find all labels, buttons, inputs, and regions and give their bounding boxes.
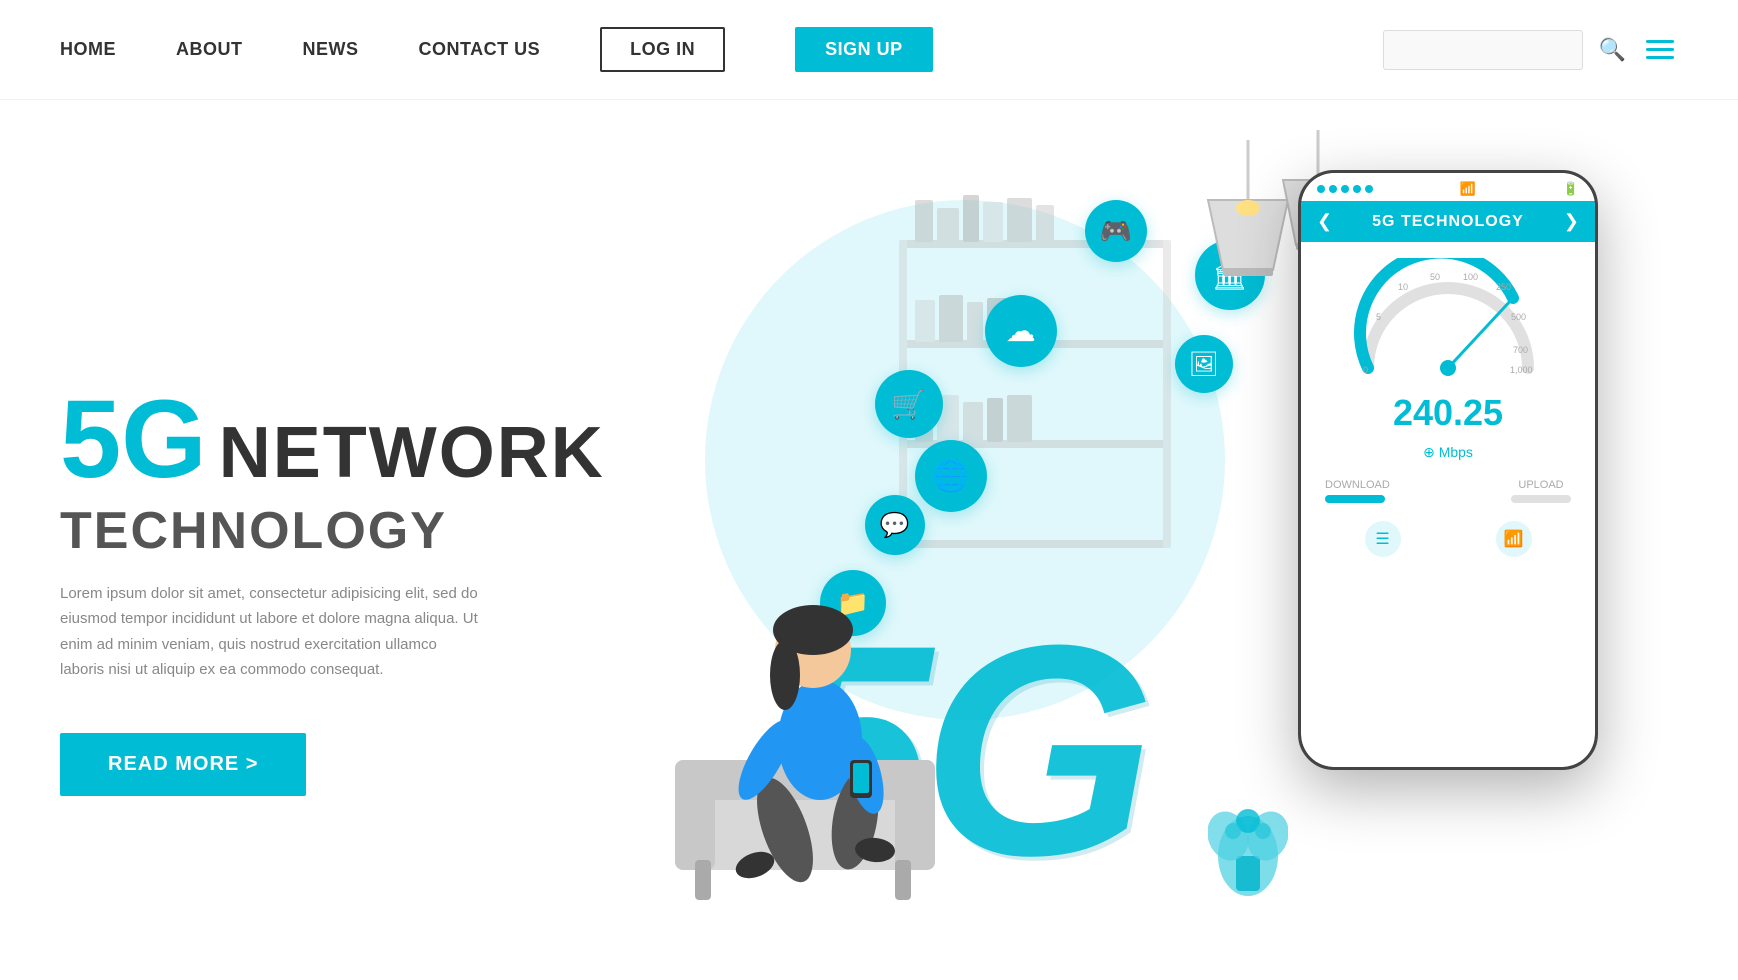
cloud-icon: ☁ bbox=[1006, 314, 1036, 349]
svg-text:0: 0 bbox=[1363, 365, 1368, 375]
list-icon: ☰ bbox=[1375, 529, 1389, 549]
search-icon: 🔍 bbox=[1599, 37, 1626, 62]
dot-3 bbox=[1341, 185, 1349, 193]
nav-links: HOME ABOUT NEWS CONTACT US LOG IN SIGN U… bbox=[60, 27, 1383, 72]
navbar: HOME ABOUT NEWS CONTACT US LOG IN SIGN U… bbox=[0, 0, 1738, 100]
signal-icon: 📶 bbox=[1504, 529, 1524, 549]
phone-icon-1: ☰ bbox=[1365, 521, 1401, 557]
nav-right: 🔍 bbox=[1383, 30, 1678, 70]
nav-contact[interactable]: CONTACT US bbox=[419, 39, 541, 60]
menu-button[interactable] bbox=[1642, 36, 1678, 63]
phone-title: 5G TECHNOLOGY bbox=[1372, 213, 1524, 231]
svg-text:10: 10 bbox=[1398, 282, 1408, 292]
dot-4 bbox=[1353, 185, 1361, 193]
phone-header: ❮ 5G TECHNOLOGY ❯ bbox=[1301, 201, 1595, 242]
title-row: 5G NETWORK bbox=[60, 385, 605, 495]
speed-unit: ⊕ Mbps bbox=[1423, 444, 1473, 461]
speed-value: 240.25 bbox=[1393, 392, 1503, 434]
hero-right: 5G bbox=[605, 140, 1678, 980]
globe-icon: 🌐 bbox=[932, 459, 969, 494]
bubble-game: 🎮 bbox=[1085, 200, 1147, 262]
phone-stats: DOWNLOAD UPLOAD bbox=[1317, 479, 1579, 503]
bubble-cloud: ☁ bbox=[985, 295, 1057, 367]
dot-2 bbox=[1329, 185, 1337, 193]
game-icon: 🎮 bbox=[1100, 216, 1132, 247]
battery-icon: 🔋 bbox=[1563, 181, 1579, 197]
dot-1 bbox=[1317, 185, 1325, 193]
download-bar bbox=[1325, 495, 1385, 503]
svg-text:500: 500 bbox=[1511, 312, 1526, 322]
dot-5 bbox=[1365, 185, 1373, 193]
search-input[interactable] bbox=[1383, 30, 1583, 70]
nav-news[interactable]: NEWS bbox=[303, 39, 359, 60]
hero-section: 5G NETWORK TECHNOLOGY Lorem ipsum dolor … bbox=[0, 100, 1738, 980]
bubble-cart: 🛒 bbox=[875, 370, 943, 438]
svg-text:250: 250 bbox=[1496, 282, 1511, 292]
hero-description: Lorem ipsum dolor sit amet, consectetur … bbox=[60, 581, 480, 683]
menu-bar-3 bbox=[1646, 56, 1674, 59]
hero-left: 5G NETWORK TECHNOLOGY Lorem ipsum dolor … bbox=[60, 325, 605, 796]
nav-home[interactable]: HOME bbox=[60, 39, 116, 60]
cart-icon: 🛒 bbox=[891, 388, 926, 421]
title-technology: TECHNOLOGY bbox=[60, 502, 447, 560]
upload-bar bbox=[1511, 495, 1571, 503]
search-icon-button[interactable]: 🔍 bbox=[1599, 37, 1626, 63]
svg-text:5: 5 bbox=[1376, 312, 1381, 322]
wifi-icon: 📶 bbox=[1460, 181, 1476, 197]
phone-back-arrow[interactable]: ❮ bbox=[1317, 211, 1332, 232]
phone-mockup: 📶 🔋 ❮ 5G TECHNOLOGY ❯ bbox=[1298, 170, 1598, 770]
bubble-globe: 🌐 bbox=[915, 440, 987, 512]
svg-text:50: 50 bbox=[1430, 272, 1440, 282]
login-button[interactable]: LOG IN bbox=[600, 27, 725, 72]
menu-bar-1 bbox=[1646, 40, 1674, 43]
phone-bottom-icons: ☰ 📶 bbox=[1317, 521, 1579, 557]
download-label: DOWNLOAD bbox=[1325, 479, 1390, 491]
title-5g: 5G bbox=[60, 385, 207, 495]
picture-icon: 🖼 bbox=[1188, 350, 1218, 379]
speed-unit-label: Mbps bbox=[1439, 444, 1473, 460]
svg-text:1,000: 1,000 bbox=[1510, 365, 1533, 375]
menu-bar-2 bbox=[1646, 48, 1674, 51]
speedometer: 0 5 10 50 100 250 500 700 1,000 bbox=[1348, 258, 1548, 378]
plant-decoration bbox=[1208, 776, 1288, 910]
title-network: NETWORK bbox=[219, 412, 605, 494]
bubble-picture: 🖼 bbox=[1175, 335, 1233, 393]
upload-label: UPLOAD bbox=[1511, 479, 1571, 491]
read-more-button[interactable]: READ MORE > bbox=[60, 733, 306, 796]
phone-content: 0 5 10 50 100 250 500 700 1,000 240.25 bbox=[1301, 242, 1595, 767]
phone-icon-2: 📶 bbox=[1496, 521, 1532, 557]
speed-unit-icon: ⊕ bbox=[1423, 444, 1435, 460]
svg-text:100: 100 bbox=[1463, 272, 1478, 282]
phone-forward-arrow[interactable]: ❯ bbox=[1564, 211, 1579, 232]
phone-screen: 📶 🔋 ❮ 5G TECHNOLOGY ❯ bbox=[1301, 173, 1595, 767]
download-stat: DOWNLOAD bbox=[1325, 479, 1390, 503]
signup-button[interactable]: SIGN UP bbox=[795, 27, 933, 72]
nav-about[interactable]: ABOUT bbox=[176, 39, 243, 60]
phone-status-bar: 📶 🔋 bbox=[1301, 173, 1595, 201]
title-technology-row: TECHNOLOGY bbox=[60, 501, 605, 561]
status-dots bbox=[1317, 185, 1373, 193]
svg-text:700: 700 bbox=[1513, 345, 1528, 355]
person-couch-illustration bbox=[665, 510, 945, 910]
upload-stat: UPLOAD bbox=[1511, 479, 1571, 503]
